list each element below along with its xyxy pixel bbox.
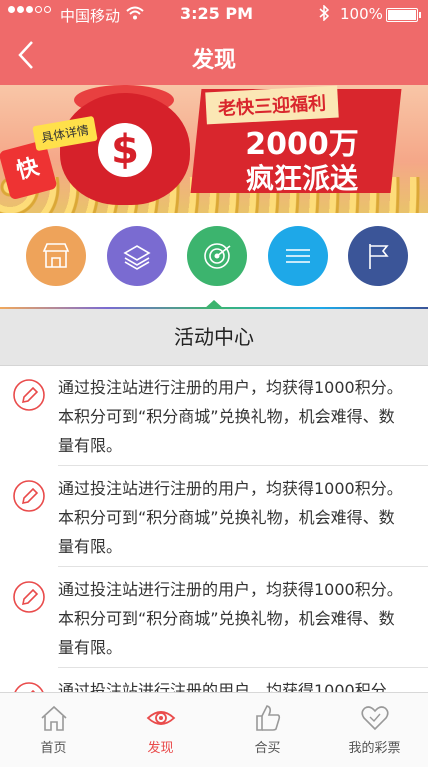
list-item[interactable]: 通过投注站进行注册的用户，均获得1000积分。本积分可到“积分商城”兑换礼物，机… <box>0 467 428 567</box>
carrier-name: 中国移动 <box>60 7 121 25</box>
tab-label: 发现 <box>147 741 174 756</box>
edit-pencil-icon <box>13 379 45 411</box>
promo-banner[interactable]: $ 快 具体详情 老快三迎福利 2000万 疯狂派送 <box>0 85 428 213</box>
eye-icon <box>146 711 176 725</box>
activity-text: 通过投注站进行注册的用户，均获得1000积分。本积分可到“积分商城”兑换礼物，机… <box>58 681 403 692</box>
tab-label: 合买 <box>254 741 281 756</box>
storefront-button[interactable] <box>26 226 86 286</box>
list-item[interactable]: 通过投注站进行注册的用户，均获得1000积分。本积分可到“积分商城”兑换礼物，机… <box>0 568 428 668</box>
activity-list: 通过投注站进行注册的用户，均获得1000积分。本积分可到“积分商城”兑换礼物，机… <box>0 366 428 692</box>
money-bag-image: $ <box>60 93 190 205</box>
flag-button[interactable] <box>348 226 408 286</box>
activity-text: 通过投注站进行注册的用户，均获得1000积分。本积分可到“积分商城”兑换礼物，机… <box>58 479 403 556</box>
battery-icon <box>386 8 421 22</box>
menu-lines-icon <box>286 249 310 263</box>
wifi-icon <box>126 6 144 24</box>
coin-stack-button[interactable] <box>107 226 167 286</box>
edit-pencil-icon <box>13 581 45 613</box>
edit-pencil-icon <box>13 480 45 512</box>
section-title: 活动中心 <box>0 309 428 366</box>
tab-home[interactable]: 首页 <box>0 693 107 767</box>
target-icon <box>204 243 231 269</box>
menu-lines-button[interactable] <box>268 226 328 286</box>
storefront-icon <box>42 243 70 268</box>
target-button[interactable] <box>187 226 247 286</box>
activity-text: 通过投注站进行注册的用户，均获得1000积分。本积分可到“积分商城”兑换礼物，机… <box>58 378 403 455</box>
thumbs-up-icon <box>256 705 281 731</box>
category-icon-row <box>0 213 428 309</box>
tab-discover[interactable]: 发现 <box>107 693 214 767</box>
top-bar: 中国移动 3:25 PM 100% 发现 <box>0 0 428 85</box>
page-title: 发现 <box>191 48 236 73</box>
flag-icon <box>369 244 389 269</box>
tab-label: 我的彩票 <box>348 741 401 756</box>
status-time: 3:25 PM <box>180 4 254 23</box>
tab-group-buy[interactable]: 合买 <box>214 693 321 767</box>
signal-dots-icon <box>8 6 51 13</box>
home-icon <box>41 705 67 731</box>
heart-icon <box>361 706 389 731</box>
bluetooth-icon <box>318 4 330 25</box>
list-item[interactable]: 通过投注站进行注册的用户，均获得1000积分。本积分可到“积分商城”兑换礼物，机… <box>0 366 428 466</box>
dollar-sign: $ <box>98 123 152 177</box>
tab-my-lottery[interactable]: 我的彩票 <box>321 693 428 767</box>
coin-stack-icon <box>123 245 151 270</box>
edit-pencil-icon <box>14 682 44 692</box>
battery-percent: 100% <box>340 5 383 23</box>
list-item[interactable]: 通过投注站进行注册的用户，均获得1000积分。本积分可到“积分商城”兑换礼物，机… <box>0 669 428 692</box>
promo-slogan: 疯狂派送 <box>245 162 358 195</box>
activity-text: 通过投注站进行注册的用户，均获得1000积分。本积分可到“积分商城”兑换礼物，机… <box>58 580 403 657</box>
status-bar: 中国移动 3:25 PM 100% <box>0 0 428 28</box>
tab-label: 首页 <box>40 741 67 756</box>
bottom-tab-bar: 首页 发现 合买 我的彩票 <box>0 692 428 767</box>
